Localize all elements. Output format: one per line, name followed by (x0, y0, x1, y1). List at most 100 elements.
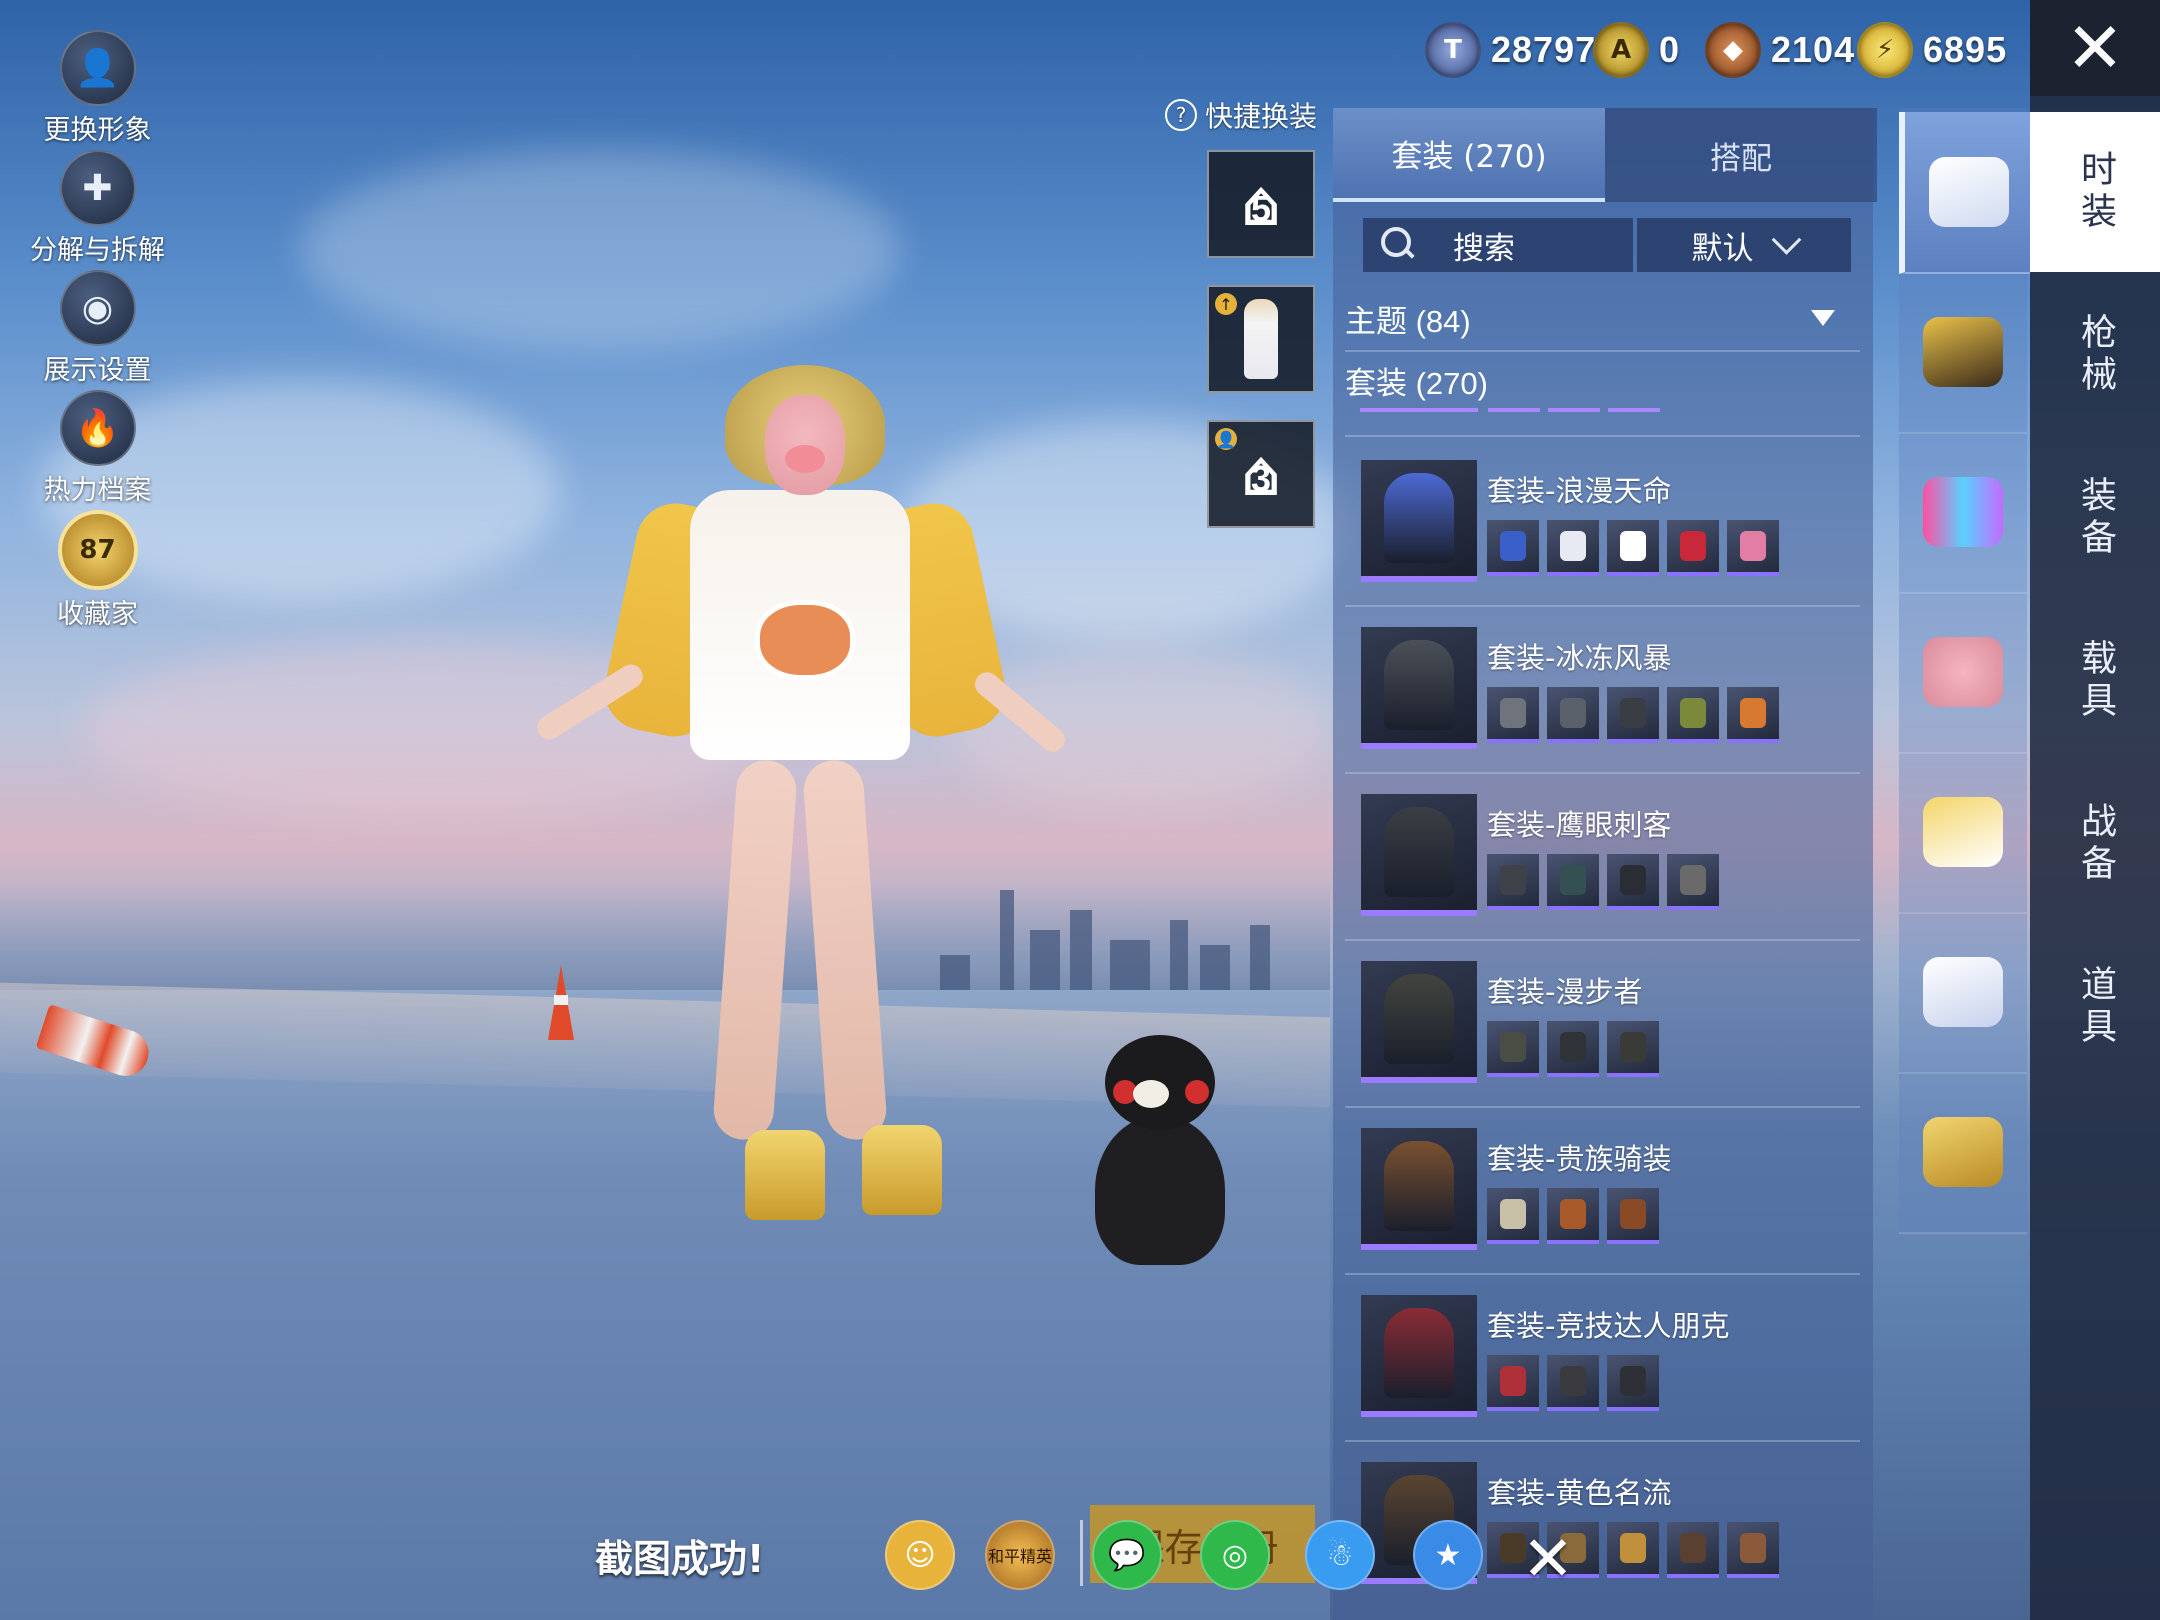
flame-icon: 🔥 (59, 390, 136, 466)
category-pig-mask[interactable] (1899, 592, 2027, 754)
set-pieces (1487, 854, 1719, 910)
share-moments-button[interactable]: ◎ (1200, 1520, 1270, 1590)
set-piece-icon[interactable] (1607, 1355, 1659, 1411)
outfit-figure-icon (1384, 1308, 1454, 1398)
set-piece-icon[interactable] (1727, 1522, 1779, 1578)
set-piece-icon[interactable] (1667, 1522, 1719, 1578)
quick-slot-1[interactable]: ⌂ 5 (1207, 150, 1315, 258)
quick-slot-2[interactable]: ↑ (1207, 285, 1315, 393)
divider (1345, 435, 1860, 437)
share-qq-button[interactable]: ☃ (1305, 1520, 1375, 1590)
share-game-logo-button[interactable]: 和平精英 (985, 1520, 1055, 1590)
set-thumbnail (1361, 961, 1477, 1083)
set-piece-icon[interactable] (1487, 520, 1539, 576)
theme-filter[interactable]: 主题 (84) (1345, 288, 1865, 348)
main-tab-0[interactable]: 时装 (2030, 112, 2160, 272)
search-icon (1377, 225, 1417, 265)
set-piece-icon[interactable] (1547, 1021, 1599, 1077)
share-wechat-button[interactable]: 💬 (1092, 1520, 1162, 1590)
set-piece-icon[interactable] (1667, 854, 1719, 910)
set-piece-icon[interactable] (1727, 687, 1779, 743)
set-list-item[interactable]: 套装-贵族骑装 (1345, 1108, 1860, 1275)
character-right-shoe (862, 1125, 942, 1215)
main-tab-3[interactable]: 载具 (2030, 601, 2160, 761)
set-piece-icon[interactable] (1487, 1188, 1539, 1244)
tab-outfits[interactable]: 搭配 (1605, 108, 1877, 202)
set-piece-icon[interactable] (1547, 687, 1599, 743)
main-tab-2[interactable]: 装备 (2030, 438, 2160, 598)
set-pieces (1487, 1355, 1659, 1411)
city-skyline (0, 880, 1330, 1000)
set-piece-icon[interactable] (1607, 854, 1659, 910)
currency-bronze-coin[interactable]: ◆ 2104 (1705, 22, 1855, 78)
set-piece-icon[interactable] (1547, 520, 1599, 576)
eye-icon: ◉ (59, 270, 136, 346)
set-pieces (1487, 1021, 1659, 1077)
close-icon: ✕ (1522, 1522, 1574, 1595)
close-button[interactable]: ✕ (2030, 0, 2160, 96)
set-piece-icon[interactable] (1607, 1522, 1659, 1578)
set-piece-icon[interactable] (1607, 1188, 1659, 1244)
share-qzone-button[interactable]: ★ (1413, 1520, 1483, 1590)
t-coin-icon: T (1425, 22, 1481, 78)
set-piece-icon[interactable] (1547, 854, 1599, 910)
set-piece-icon[interactable] (1727, 520, 1779, 576)
sort-dropdown[interactable]: 默认 (1637, 218, 1851, 272)
main-tab-1[interactable]: 枪械 (2030, 275, 2160, 435)
change-avatar-button[interactable]: 👤 更换形象 (20, 30, 175, 147)
set-piece-icon[interactable] (1547, 1188, 1599, 1244)
set-piece-icon[interactable] (1487, 687, 1539, 743)
puzzle-icon: ✚ (59, 150, 136, 226)
category-pants[interactable] (1899, 912, 2027, 1074)
wardrobe-tabs: 套装 (270) 搭配 (1333, 108, 1877, 202)
bear-companion[interactable] (1095, 1035, 1225, 1265)
scroll-item-edge (1488, 408, 1540, 412)
character-left-shoe (745, 1130, 825, 1220)
hanger-icon: ⌂ 5 (1240, 167, 1282, 241)
category-shoes[interactable] (1899, 1072, 2027, 1234)
search-button[interactable]: 搜索 (1363, 218, 1633, 272)
share-close-button[interactable]: ✕ (1522, 1522, 1574, 1595)
category-jacket[interactable] (1899, 752, 2027, 914)
set-piece-icon[interactable] (1487, 1021, 1539, 1077)
set-list-item[interactable]: 套装-漫步者 (1345, 941, 1860, 1108)
wechat-icon: 💬 (1108, 1537, 1146, 1573)
set-piece-icon[interactable] (1667, 520, 1719, 576)
set-piece-icon[interactable] (1607, 520, 1659, 576)
set-piece-icon[interactable] (1487, 1355, 1539, 1411)
set-piece-icon[interactable] (1547, 1355, 1599, 1411)
shoes-icon (1923, 1117, 2003, 1187)
quick-slot-3[interactable]: 👤 ⌂ 3 (1207, 420, 1315, 528)
category-goggles[interactable] (1899, 432, 2027, 594)
set-piece-icon[interactable] (1487, 854, 1539, 910)
set-piece-icon[interactable] (1607, 1021, 1659, 1077)
collector-button[interactable]: 87 收藏家 (20, 510, 175, 631)
category-set-box[interactable] (1899, 112, 2033, 274)
set-list-item[interactable]: 套装-鹰眼刺客 (1345, 774, 1860, 941)
set-piece-icon[interactable] (1607, 687, 1659, 743)
screenshot-success-message: 截图成功! (595, 1537, 765, 1581)
set-list-item[interactable]: 套装-冰冻风暴 (1345, 607, 1860, 774)
set-thumbnail (1361, 1295, 1477, 1417)
help-icon[interactable]: ? (1165, 99, 1197, 131)
tab-sets[interactable]: 套装 (270) (1333, 108, 1605, 202)
outfit-figure-icon (1384, 807, 1454, 897)
set-piece-icon[interactable] (1667, 687, 1719, 743)
category-hat[interactable] (1899, 272, 2027, 434)
set-list-item[interactable]: 套装-竞技达人朋克 (1345, 1275, 1860, 1442)
heat-profile-button[interactable]: 🔥 热力档案 (20, 390, 175, 507)
currency-a-coin[interactable]: A 0 (1593, 22, 1680, 78)
main-tab-5[interactable]: 道具 (2030, 927, 2160, 1087)
main-tab-4[interactable]: 战备 (2030, 764, 2160, 924)
outfit-figure-icon (1384, 640, 1454, 730)
display-settings-button[interactable]: ◉ 展示设置 (20, 270, 175, 387)
decompose-button[interactable]: ✚ 分解与拆解 (20, 150, 175, 267)
share-game-friends-button[interactable]: ☺ (885, 1520, 955, 1590)
set-box-icon (1929, 157, 2009, 227)
set-list-item[interactable]: 套装-浪漫天命 (1345, 440, 1860, 607)
currency-t-coin[interactable]: T 28797 (1425, 22, 1596, 78)
currency-lightning-coin[interactable]: ⚡ 6895 (1857, 22, 2007, 78)
quick-change-label[interactable]: ? 快捷换装 (1165, 95, 1317, 135)
set-filter[interactable]: 套装 (270) (1345, 350, 1865, 410)
outfit-figure-icon (1384, 1141, 1454, 1231)
